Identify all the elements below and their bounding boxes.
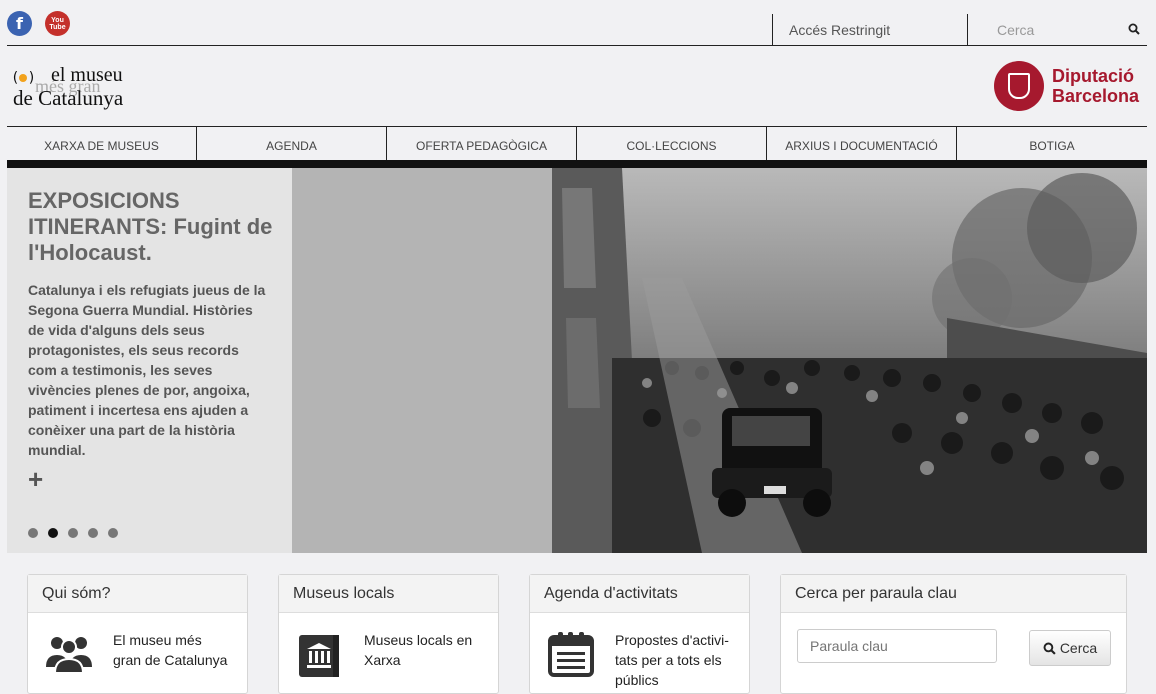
card-qui-som: Qui sóm? El museu més gran de Catalunya — [27, 574, 248, 694]
youtube-icon[interactable]: You Tube — [45, 11, 70, 36]
diputacio-line-2: Barcelona — [1052, 86, 1140, 106]
search-icon — [1043, 642, 1056, 655]
museum-book-icon[interactable] — [295, 629, 345, 679]
card-link[interactable]: Propostes d'activi-tats per a tots els p… — [615, 630, 735, 690]
diputacio-line-1: Diputació — [1052, 66, 1135, 86]
top-bar: f You Tube Accés Restringit Cerca — [7, 0, 1147, 46]
slider-dot-active[interactable] — [48, 528, 58, 538]
top-search-input[interactable]: Cerca — [997, 22, 1034, 38]
slider-dot[interactable] — [68, 528, 78, 538]
card-link[interactable]: Museus locals en Xarxa — [364, 630, 484, 670]
search-icon[interactable] — [1128, 22, 1140, 40]
diputacio-seal-icon — [994, 61, 1044, 111]
slider-dot[interactable] — [88, 528, 98, 538]
slider-dots — [28, 528, 118, 538]
nav-item-colleccions[interactable]: COL·LECCIONS — [577, 127, 767, 161]
card-museus-locals: Museus locals Museus locals en Xarxa — [278, 574, 499, 694]
nav-item-arxius-i-documentacio[interactable]: ARXIUS I DOCUMENTACIÓ — [767, 127, 957, 161]
nav-item-botiga[interactable]: BOTIGA — [957, 127, 1147, 161]
keyword-search-input[interactable] — [797, 629, 997, 663]
logo-line-3: de Catalunya — [13, 86, 124, 110]
youtube-label-bottom: Tube — [49, 23, 66, 31]
museum-logo[interactable]: () més gran el museu de Catalunya — [11, 64, 151, 110]
calendar-icon[interactable] — [546, 629, 596, 679]
card-agenda-activitats: Agenda d'activitats Propostes d'activi-t… — [529, 574, 750, 694]
nav-item-agenda[interactable]: AGENDA — [197, 127, 387, 161]
hero-photo[interactable] — [552, 168, 1147, 553]
hero-title[interactable]: EXPOSICIONS ITINERANTS: Fugint de l'Holo… — [28, 188, 278, 266]
hero-image-placeholder — [292, 168, 553, 553]
hero-caption: EXPOSICIONS ITINERANTS: Fugint de l'Holo… — [7, 168, 292, 553]
card-title[interactable]: Agenda d'activitats — [530, 575, 749, 613]
logo-mark-icon: () — [11, 70, 36, 86]
main-nav: XARXA DE MUSEUS AGENDA OFERTA PEDAGÒGICA… — [7, 126, 1147, 161]
nav-item-xarxa-de-museus[interactable]: XARXA DE MUSEUS — [7, 127, 197, 161]
people-icon[interactable] — [44, 629, 94, 679]
plus-icon[interactable]: + — [28, 464, 43, 495]
card-title[interactable]: Museus locals — [279, 575, 498, 613]
logo-line-1: el museu — [51, 64, 123, 86]
hero-slider: EXPOSICIONS ITINERANTS: Fugint de l'Holo… — [7, 168, 1147, 553]
nav-divider — [7, 160, 1147, 168]
keyword-search-button[interactable]: Cerca — [1029, 630, 1111, 666]
card-title[interactable]: Qui sóm? — [28, 575, 247, 613]
hero-description: Catalunya i els refugiats jueus de la Se… — [28, 282, 266, 458]
diputacio-name: Diputació Barcelona — [1052, 66, 1139, 106]
card-title: Cerca per paraula clau — [781, 575, 1126, 613]
diputacio-logo[interactable]: Diputació Barcelona — [994, 61, 1139, 111]
facebook-icon[interactable]: f — [7, 11, 32, 36]
card-link[interactable]: El museu més gran de Catalunya — [113, 630, 233, 670]
keyword-search-button-label: Cerca — [1059, 640, 1098, 656]
youtube-label-top: You — [51, 16, 64, 24]
slider-dot[interactable] — [28, 528, 38, 538]
restricted-access-link[interactable]: Accés Restringit — [772, 14, 968, 46]
slider-dot[interactable] — [108, 528, 118, 538]
nav-item-oferta-pedagogica[interactable]: OFERTA PEDAGÒGICA — [387, 127, 577, 161]
card-keyword-search: Cerca per paraula clau Cerca — [780, 574, 1127, 694]
